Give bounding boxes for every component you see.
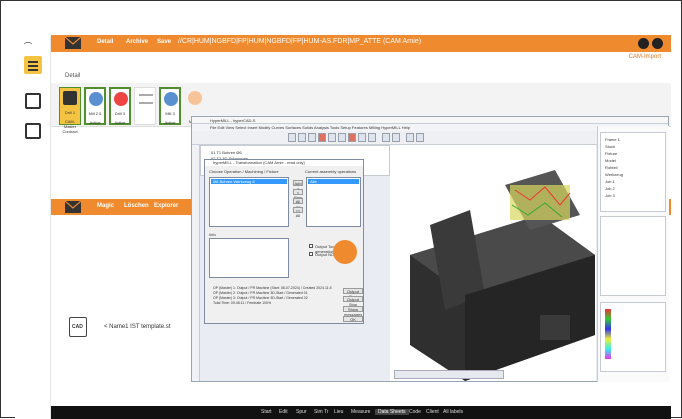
remove-button[interactable]: < Rem: [293, 189, 303, 200]
bottom-item-all-labels[interactable]: All labels: [443, 409, 463, 415]
ok-button[interactable]: OK: [343, 316, 363, 322]
bottom-item-measure[interactable]: Measure: [351, 409, 370, 415]
mail-icon[interactable]: [65, 37, 81, 49]
color-swatch-list: [605, 309, 611, 359]
output-start-button[interactable]: Output Start: [343, 288, 363, 299]
action-bar: Magic Löschen Explorer: [51, 199, 191, 215]
ribbon-item-mill3[interactable]: Mill 3 Active: [159, 87, 181, 125]
tool-button[interactable]: [308, 133, 316, 142]
color-layers-box: [600, 302, 666, 372]
ribbon-item-drill3[interactable]: Drill 3 Active: [109, 87, 131, 125]
tool-button[interactable]: [392, 133, 400, 142]
view-toolbar: [394, 370, 504, 379]
tool-stack-icon: [139, 94, 153, 104]
info-box: [209, 238, 289, 278]
nav-archive[interactable]: Archive: [126, 39, 148, 45]
layers-box: [600, 216, 666, 296]
drill-cone-icon: [114, 92, 128, 106]
power-icon[interactable]: [652, 38, 663, 49]
tool-button[interactable]: [298, 133, 306, 142]
user-avatar-icon[interactable]: [638, 38, 649, 49]
dialog-right-label: Current assembly operations: [305, 169, 357, 174]
dialog-title: hyperMILL - Transformation (CAM Arnie - …: [205, 160, 363, 166]
collapse-icon[interactable]: ⌒: [24, 41, 32, 52]
dialog-left-label: Choose Operation / Machining / Fixture: [209, 169, 279, 174]
add-button[interactable]: Add >: [293, 180, 303, 191]
source-list[interactable]: Ø8 Bohren Werkzeug 6: [209, 177, 289, 227]
vise-model: [410, 170, 595, 381]
tool-button[interactable]: [318, 133, 326, 142]
cam-window: HyperMILL - hyperCAD-S File Edit View Se…: [191, 116, 669, 382]
output-stop-button[interactable]: Output Stop: [343, 296, 363, 307]
cam-import-link[interactable]: CAM-Import: [629, 54, 661, 60]
document-search-icon[interactable]: [25, 93, 41, 109]
bottom-item-lieu[interactable]: Lieu: [334, 409, 343, 415]
tool-button[interactable]: [382, 133, 390, 142]
start-output-icon[interactable]: [333, 240, 357, 264]
add-all-button[interactable]: All >>: [293, 198, 303, 209]
file-name[interactable]: < Name1 IST template.st: [104, 324, 170, 330]
section-label: Detail: [65, 73, 81, 79]
nav-detail[interactable]: Detail: [97, 39, 113, 45]
cad-file-icon[interactable]: CAD: [69, 317, 87, 337]
bottom-item-spur[interactable]: Spur: [296, 409, 307, 415]
action-delete[interactable]: Löschen: [124, 203, 149, 209]
bottom-item-start[interactable]: Start: [261, 409, 272, 415]
model-tree-box: Frame 1 Stock Fixture Model Rohteil Werk…: [600, 132, 666, 212]
transformation-dialog: hyperMILL - Transformation (CAM Arnie - …: [204, 159, 364, 324]
tool-button[interactable]: [358, 133, 366, 142]
info-label: Info: [209, 232, 216, 237]
checklist-icon[interactable]: [25, 123, 41, 139]
remove-all-button[interactable]: << All: [293, 207, 303, 218]
status-log: OP (Master) 1: Output / PR Machine (Star…: [213, 286, 332, 305]
mill3-icon: [164, 92, 178, 106]
browser-panel: Frame 1 Stock Fixture Model Rohteil Werk…: [597, 126, 669, 382]
mill3d-icon: [188, 91, 202, 105]
mail-icon-2[interactable]: [65, 201, 81, 213]
action-magic[interactable]: Magic: [97, 203, 114, 209]
ribbon-item-mill25[interactable]: Mill 2.5 Active: [84, 87, 106, 125]
mill-icon: [89, 92, 103, 106]
tool-button[interactable]: [338, 133, 346, 142]
cam-side-toolbar: [192, 145, 200, 381]
tool-button[interactable]: [288, 133, 296, 142]
target-selected-row[interactable]: Alle: [308, 179, 359, 184]
ribbon-item-empty[interactable]: [134, 87, 156, 125]
nav-save[interactable]: Save: [157, 39, 171, 45]
target-list[interactable]: Alle: [306, 177, 361, 227]
checkbox-nc[interactable]: [309, 252, 313, 256]
tool-button[interactable]: [328, 133, 336, 142]
show-messages-button[interactable]: Show messages: [343, 306, 363, 317]
bottom-item-edit[interactable]: Edit: [279, 409, 288, 415]
ribbon-item-drill1[interactable]: Drill 1 CAM-Master Contract: [59, 87, 81, 134]
tool-button[interactable]: [368, 133, 376, 142]
bottom-item-code[interactable]: Code: [409, 409, 421, 415]
bottom-item-client[interactable]: Client: [426, 409, 439, 415]
bottom-item-simtr[interactable]: Sim Tr: [314, 409, 328, 415]
header-bar: Detail Archive Save //CR|HUM|NGBFD|FP|HU…: [51, 35, 671, 52]
menu-toggle-icon[interactable]: [24, 56, 42, 74]
app-frame: ⌒ Detail Archive Save //CR|HUM|NGBFD|FP|…: [0, 0, 682, 419]
bottom-item-datasheets[interactable]: Data Sheets: [375, 409, 409, 415]
tool-button[interactable]: [406, 133, 414, 142]
action-explorer[interactable]: Explorer: [154, 203, 178, 209]
drill-icon: [63, 91, 77, 105]
checkbox-toolpath[interactable]: [309, 244, 313, 248]
bottom-nav: Start Edit Spur Sim Tr Lieu Measure Data…: [51, 406, 671, 419]
3d-viewport[interactable]: [390, 145, 596, 381]
sub-header: CAM-Import: [51, 52, 671, 65]
tool-button[interactable]: [348, 133, 356, 142]
cam-window-title: HyperMILL - hyperCAD-S: [192, 117, 668, 124]
source-selected-row[interactable]: Ø8 Bohren Werkzeug 6: [211, 179, 287, 184]
tool-button[interactable]: [416, 133, 424, 142]
document-path: //CR|HUM|NGBFD|FP|HUM|NGBFD|FP|HUM-AS.FD…: [178, 38, 422, 45]
